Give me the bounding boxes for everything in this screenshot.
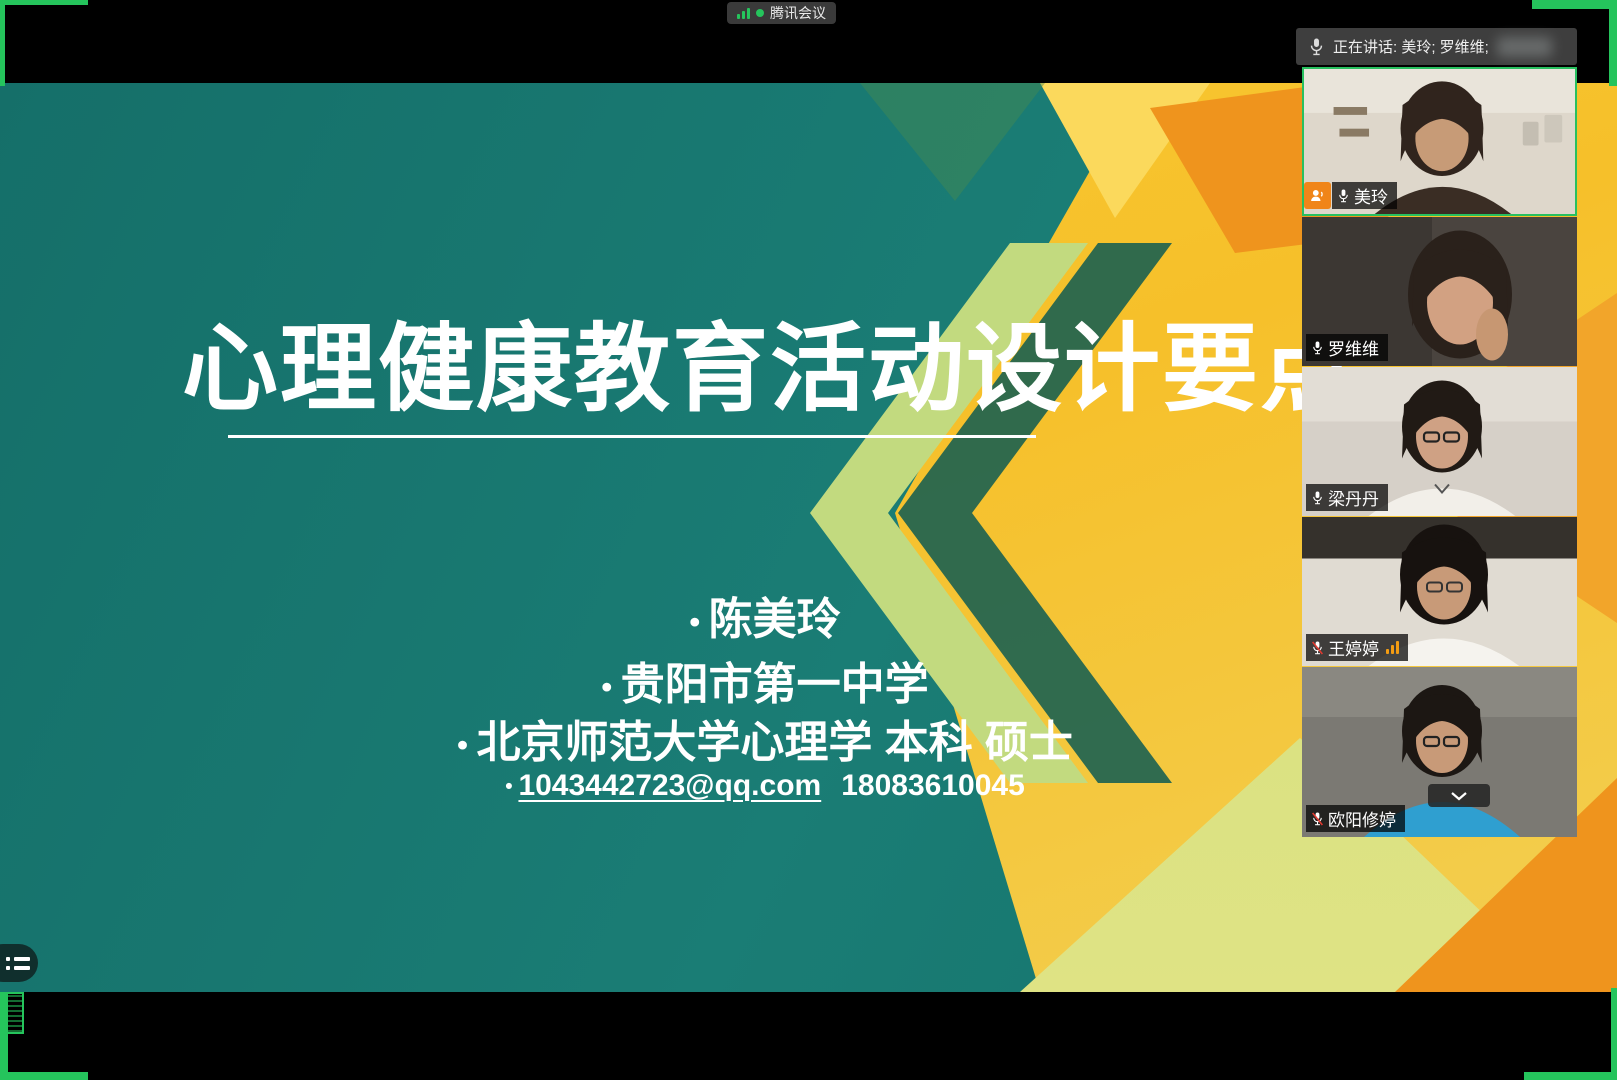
participant-name: 美玲 xyxy=(1354,183,1388,208)
participant-name: 梁丹丹 xyxy=(1328,485,1379,510)
slide-bullet-education: 北京师范大学心理学 本科 硕士 xyxy=(390,706,1140,770)
mic-on-icon xyxy=(1337,188,1350,204)
slide-title-underline xyxy=(228,435,1036,438)
share-border-top-left-h xyxy=(0,0,88,5)
network-signal-icon xyxy=(1386,641,1399,654)
video-tile-meiling[interactable]: 美玲 xyxy=(1302,67,1577,216)
contact-email: 1043442723@qq.com xyxy=(518,769,821,802)
list-icon xyxy=(6,957,38,961)
participant-name: 王婷婷 xyxy=(1328,635,1379,660)
mic-muted-icon xyxy=(1311,811,1324,827)
participant-panel: 美玲 罗维维 xyxy=(1302,67,1577,837)
video-tile-liangdandan[interactable]: 梁丹丹 xyxy=(1302,367,1577,516)
participant-name: 罗维维 xyxy=(1328,335,1379,360)
app-name-label: 腾讯会议 xyxy=(770,3,826,23)
share-border-bottom-right-v xyxy=(1611,988,1617,1080)
share-border-top-right-h xyxy=(1532,0,1617,9)
annotation-toolbar-toggle[interactable] xyxy=(0,944,38,982)
video-tile-ouyangxiuting[interactable]: 欧阳修婷 xyxy=(1302,667,1577,837)
mic-on-icon xyxy=(1311,340,1324,356)
slide-title: 心理健康教育活动设计要点 xyxy=(182,291,1432,430)
share-border-bottom-left-h xyxy=(0,1072,88,1080)
blurred-speaker-name xyxy=(1497,37,1552,57)
mic-muted-icon xyxy=(1311,640,1324,656)
minimized-widget[interactable] xyxy=(0,992,24,1034)
collapse-panel-button[interactable] xyxy=(1428,784,1490,807)
mic-on-icon xyxy=(1311,490,1324,506)
share-border-bottom-right-h xyxy=(1524,1072,1617,1080)
slide-bullet-school: 贵阳市第一中学 xyxy=(390,648,1140,712)
video-tile-luoweiwei[interactable]: 罗维维 xyxy=(1302,217,1577,366)
contact-phone: 18083610045 xyxy=(841,769,1025,802)
microphone-icon xyxy=(1308,37,1325,57)
share-border-top-right-v xyxy=(1609,0,1617,86)
slide-bullet-presenter: 陈美玲 xyxy=(390,583,1140,647)
speaking-banner-text: 正在讲话: 美玲; 罗维维; xyxy=(1333,36,1489,57)
chevron-down-icon xyxy=(1450,791,1468,801)
speaking-banner: 正在讲话: 美玲; 罗维维; xyxy=(1296,28,1577,65)
video-tile-wangtingting[interactable]: 王婷婷 xyxy=(1302,517,1577,666)
presenter-badge-icon xyxy=(1304,182,1331,209)
slide-bullet-contact: 1043442723@qq.com 18083610045 xyxy=(390,769,1140,803)
participant-name: 欧阳修婷 xyxy=(1328,806,1396,831)
signal-bars-icon xyxy=(737,7,750,19)
meeting-app-badge[interactable]: 腾讯会议 xyxy=(727,2,836,24)
share-border-top-left-v xyxy=(0,0,5,86)
recording-dot-icon xyxy=(756,9,764,17)
